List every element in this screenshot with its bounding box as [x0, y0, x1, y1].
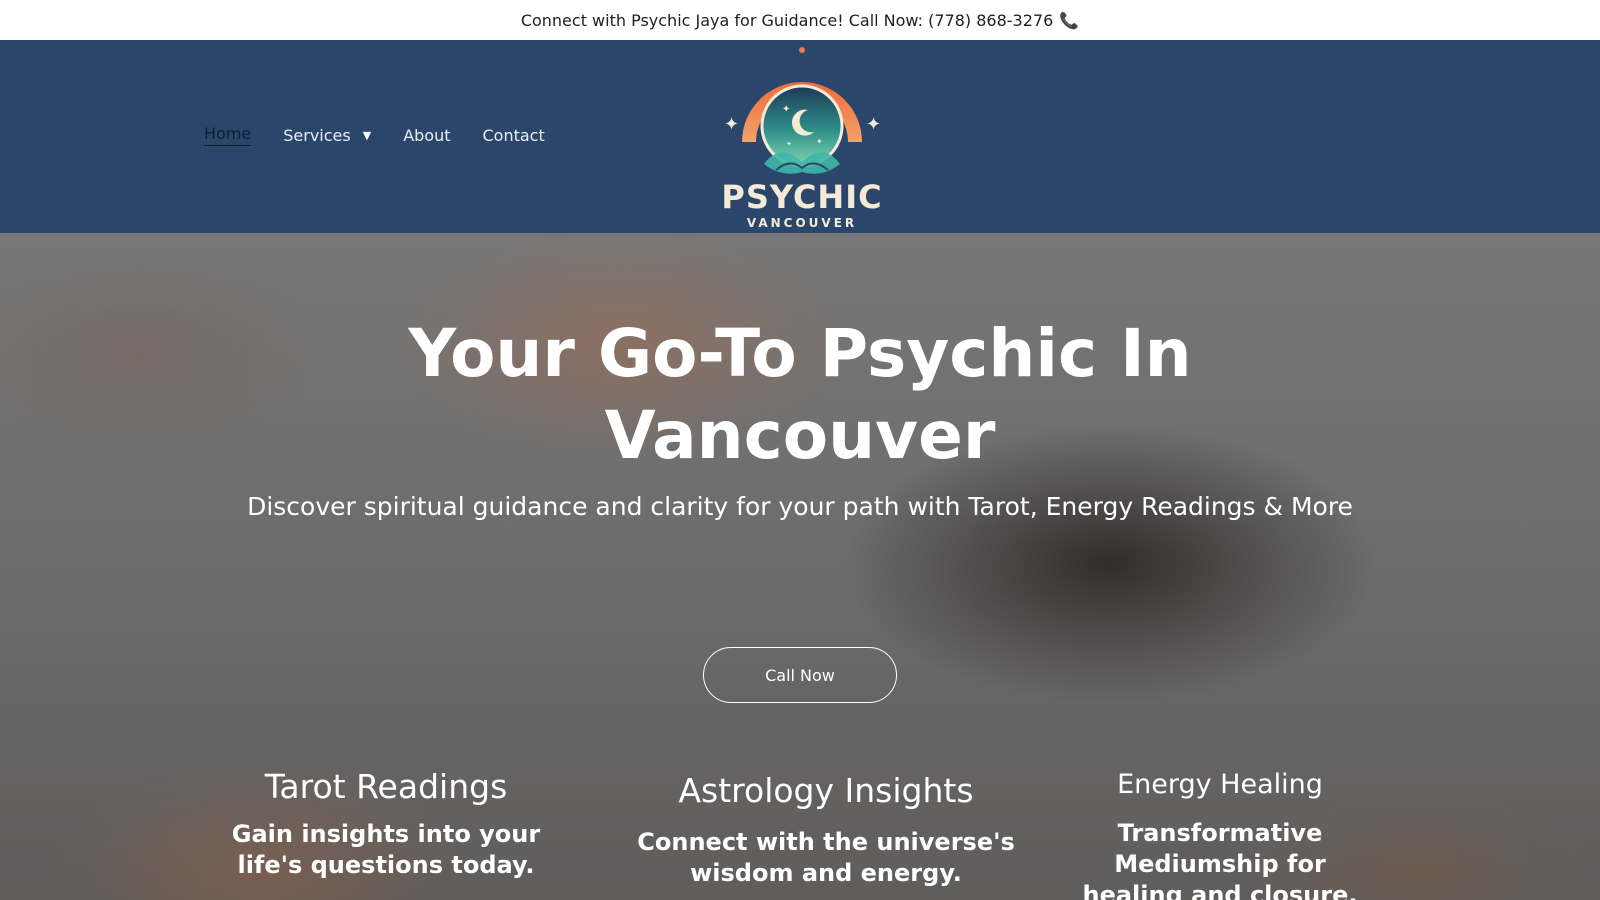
service-card-energy-healing: Energy Healing Transformative Mediumship…	[1060, 768, 1380, 900]
card-description: Gain insights into your life's questions…	[231, 820, 541, 879]
announcement-bar: Connect with Psychic Jaya for Guidance! …	[0, 0, 1600, 40]
logo-wordmark: PSYCHIC	[721, 178, 883, 216]
nav-item-about[interactable]: About	[403, 126, 450, 145]
site-logo[interactable]: ✦ ✦ ✦ ✦ ✦ PSYCHIC VANCOUVER	[720, 46, 884, 230]
nav-item-home[interactable]: Home	[204, 124, 252, 146]
logo-subtitle: VANCOUVER	[746, 216, 858, 230]
announcement-text: Connect with Psychic Jaya for Guidance! …	[520, 10, 1054, 30]
card-title: Energy Healing	[1117, 769, 1323, 800]
svg-text:✦: ✦	[866, 114, 881, 135]
card-title: Astrology Insights	[678, 771, 974, 810]
svg-text:✦: ✦	[816, 137, 823, 146]
call-now-button[interactable]: Call Now	[703, 647, 897, 703]
phone-icon: 📞	[1059, 10, 1080, 30]
svg-text:✦: ✦	[782, 104, 790, 115]
chevron-down-icon[interactable]: ▼	[363, 129, 371, 142]
svg-text:✦: ✦	[786, 140, 792, 148]
card-description: Transformative Mediumship for healing an…	[1082, 819, 1358, 900]
hero-subtitle: Discover spiritual guidance and clarity …	[247, 492, 1353, 521]
logo-emblem-icon: ✦ ✦ ✦ ✦ ✦	[724, 47, 881, 174]
svg-text:✦: ✦	[724, 114, 739, 135]
nav-item-services[interactable]: Services ▼	[283, 126, 371, 145]
service-card-tarot: Tarot Readings Gain insights into your l…	[226, 767, 546, 881]
nav-item-contact[interactable]: Contact	[483, 126, 545, 145]
hero-title: Your Go-To Psychic In Vancouver	[408, 315, 1192, 474]
main-nav: Home Services ▼ About Contact	[204, 124, 577, 146]
nav-item-services-label: Services	[283, 125, 351, 145]
hero-section: Your Go-To Psychic In Vancouver Discover…	[0, 233, 1600, 900]
card-description: Connect with the universe's wisdom and e…	[637, 828, 1015, 887]
service-card-astrology: Astrology Insights Connect with the univ…	[636, 771, 1016, 889]
card-title: Tarot Readings	[264, 767, 508, 806]
site-header: Home Services ▼ About Contact ✦ ✦ ✦ ✦ ✦ …	[0, 40, 1600, 233]
